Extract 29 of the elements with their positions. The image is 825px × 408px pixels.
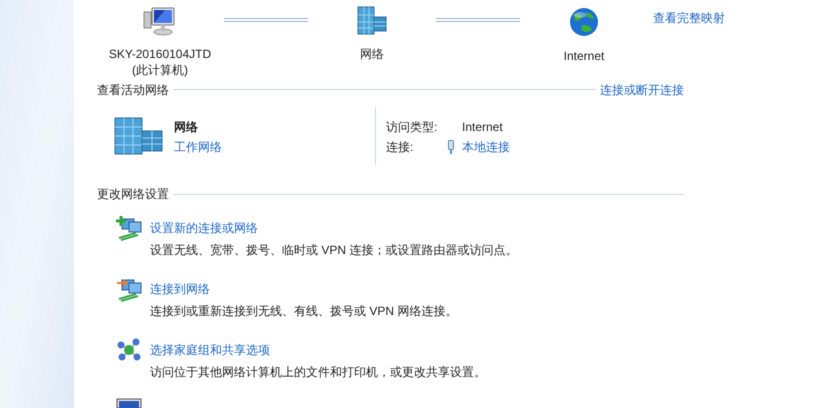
monitor-icon: [116, 398, 142, 408]
full-map-link[interactable]: 查看完整映射: [653, 9, 725, 27]
task-link[interactable]: 选择家庭组和共享选项: [150, 339, 486, 361]
connection-link[interactable]: 本地连接: [462, 136, 510, 157]
section-heading: 查看活动网络: [97, 82, 169, 99]
task-description: 访问位于其他网络计算机上的文件和打印机，或更改共享设置。: [150, 364, 486, 381]
task-description: 设置无线、宽带、拨号、临时或 VPN 连接；或设置路由器或访问点。: [150, 242, 518, 259]
task-link[interactable]: 连接到网络: [150, 278, 458, 300]
computer-icon: [143, 6, 177, 36]
node-label: SKY-20160104JTD: [108, 46, 212, 62]
connect-disconnect-link[interactable]: 连接或断开连接: [600, 80, 684, 99]
task-link[interactable]: 设置新的连接或网络: [150, 217, 518, 239]
node-label: Internet: [564, 48, 604, 64]
plug-icon: [448, 140, 454, 154]
node-label: 网络: [360, 46, 384, 62]
homegroup-icon: [116, 337, 142, 363]
globe-icon: [568, 6, 600, 38]
connect-icon: [116, 276, 142, 302]
building-icon: [356, 6, 388, 36]
section-heading: 更改网络设置: [97, 186, 169, 203]
building-icon: [114, 116, 164, 155]
detail-label: 连接:: [386, 138, 414, 156]
detail-label: 访问类型:: [386, 118, 438, 136]
task-description: 连接到或重新连接到无线、有线、拨号或 VPN 网络连接。: [150, 303, 458, 320]
detail-value: Internet: [462, 118, 503, 136]
new-connection-icon: [116, 215, 142, 241]
network-type-link[interactable]: 工作网络: [174, 136, 222, 157]
network-name: 网络: [174, 118, 199, 136]
node-sublabel: (此计算机): [132, 62, 188, 78]
